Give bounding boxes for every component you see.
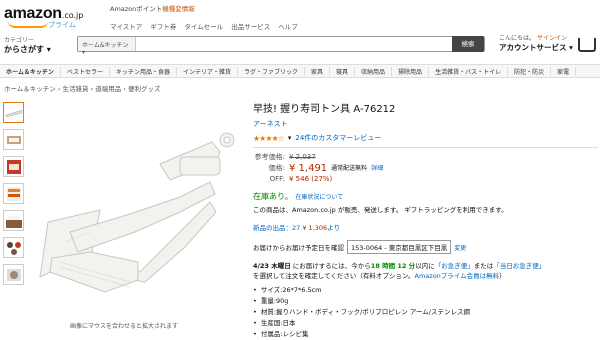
top-nav: Amazonポイント機種変情報 マイストア ギフト券 タイムセール 出品サービス ヘルプ bbox=[110, 3, 298, 31]
top-nav-link[interactable]: マイストア bbox=[110, 21, 142, 31]
account-greeting: こんにちは。 サインイン bbox=[499, 35, 567, 42]
breadcrumb[interactable]: ホーム＆キッチン › 生活雑貨 › 道端用品 › 便利グッズ bbox=[4, 83, 161, 93]
logo-prime: プライム bbox=[48, 21, 76, 29]
category-bar-item[interactable]: キッチン用品・食器 bbox=[110, 66, 177, 76]
thumbnail-list bbox=[3, 102, 25, 291]
logo-smile-icon bbox=[8, 21, 48, 28]
category-bar-item[interactable]: ラグ・ファブリック bbox=[238, 66, 305, 76]
delivery-zip-row: お届けからお届け予定日を確認 153-0064 - 東京都目黒区下目黒 変更 bbox=[253, 240, 598, 254]
category-bar-item[interactable]: 掃除用品 bbox=[392, 66, 430, 76]
category-bar-item[interactable]: 収納用品 bbox=[355, 66, 393, 76]
zip-field[interactable]: 153-0064 - 東京都目黒区下目黒 bbox=[347, 240, 452, 254]
price-row: 価格: ¥ 1,491 通常配送無料 詳細 bbox=[253, 163, 598, 174]
new-offers-link[interactable]: 新品の出品：27 ¥ 1,306より bbox=[253, 222, 598, 232]
star-rating-icon[interactable]: ★★★★☆ bbox=[253, 134, 285, 143]
category-bar: ホーム＆キッチン ベストセラー キッチン用品・食器 インテリア・雑貨 ラグ・ファブリック… bbox=[0, 64, 600, 78]
delivery-date: 4/23 木曜日 bbox=[253, 262, 291, 270]
category-bar-item[interactable]: ベストセラー bbox=[61, 66, 110, 76]
thumbnail[interactable] bbox=[3, 102, 24, 123]
free-shipping: 通常配送無料 bbox=[331, 165, 368, 172]
search-button[interactable]: 検索 bbox=[452, 36, 484, 52]
prime-link[interactable]: Amazonプライム会員は無料 bbox=[415, 272, 500, 280]
off-value: ¥ 546 (27%) bbox=[289, 175, 333, 183]
search-input[interactable] bbox=[138, 38, 448, 50]
delivery-countdown: 18 時間 12 分 bbox=[370, 262, 416, 270]
brand-link[interactable]: アーネスト bbox=[253, 119, 598, 129]
zip-label: お届けからお届け予定日を確認 bbox=[253, 244, 344, 252]
category-bar-item[interactable]: 寝具 bbox=[330, 66, 356, 76]
account-menu[interactable]: こんにちは。 サインイン アカウントサービス ▾ bbox=[499, 34, 573, 52]
rating-row: ★★★★☆ ▾ 24件のカスタマーレビュー bbox=[253, 133, 598, 143]
price-label: 価格: bbox=[268, 164, 285, 172]
category-bar-item[interactable]: 家具 bbox=[305, 66, 331, 76]
category-bar-item[interactable]: 防犯・防災 bbox=[508, 66, 552, 76]
off-row: OFF: ¥ 546 (27%) bbox=[253, 174, 598, 185]
zip-change-link[interactable]: 変更 bbox=[454, 243, 466, 252]
amazon-logo[interactable]: amazon.co.jp プライム bbox=[4, 3, 92, 31]
cart-icon[interactable] bbox=[578, 38, 596, 52]
zoom-hint: 画像にマウスを合わせると拡大されます bbox=[70, 323, 179, 330]
thumbnail[interactable] bbox=[3, 264, 24, 285]
thumbnail[interactable] bbox=[3, 129, 24, 150]
thumbnail[interactable] bbox=[3, 183, 24, 204]
ship-text: この商品は、Amazon.co.jp が販売、発送します。 ギフトラッピングを利… bbox=[253, 206, 508, 214]
express-option-link[interactable]: 「お急ぎ便」 bbox=[435, 262, 474, 270]
category-menu[interactable]: カテゴリー からさがす ▾ bbox=[4, 36, 51, 54]
thumbnail[interactable] bbox=[3, 210, 24, 231]
header: amazon.co.jp プライム Amazonポイント機種変情報 マイストアギ… bbox=[0, 0, 600, 63]
stock-info-link[interactable]: 在庫状況について bbox=[295, 194, 343, 201]
top-nav-link[interactable]: ギフト券 bbox=[150, 21, 176, 31]
feature-bullets: サイズ:26*7*6.5cm重量:90g材質:握りハンド・ボディ・フック/ポリプ… bbox=[253, 285, 598, 340]
product-title: 早技! 握り寿司トン具 A-76212 bbox=[253, 104, 396, 115]
product-main-image[interactable] bbox=[30, 102, 250, 312]
chevron-down-icon[interactable]: ▾ bbox=[288, 134, 292, 142]
ref-price-row: 参考価格: ¥ 2,037 bbox=[253, 152, 598, 163]
category-menu-title: からさがす ▾ bbox=[4, 45, 51, 54]
category-menu-label: カテゴリー bbox=[4, 37, 35, 44]
stock-status: 在庫あり。 在庫状況について bbox=[253, 192, 344, 201]
reviews-link[interactable]: 24件のカスタマーレビュー bbox=[295, 133, 381, 143]
category-bar-item[interactable]: インテリア・雑貨 bbox=[177, 66, 238, 76]
category-bar-item[interactable]: 家電 bbox=[551, 66, 577, 76]
product-details: 早技! 握り寿司トン具 A-76212 アーネスト ★★★★☆ ▾ 24件のカス… bbox=[253, 100, 598, 340]
feature-bullet: 材質:握りハンド・ボディ・フック/ポリプロピレン アーム/ステンレス鋼 bbox=[253, 307, 598, 318]
search-bar: ホーム&キッチン ▾ 検索 bbox=[77, 36, 485, 56]
account-services-label: アカウントサービス ▾ bbox=[499, 43, 573, 52]
promo-text[interactable]: Amazonポイント機種変情報 bbox=[110, 3, 298, 13]
top-nav-link[interactable]: タイムセール bbox=[184, 21, 223, 31]
sushi-tong-illustration bbox=[39, 132, 235, 293]
ref-price-label: 参考価格: bbox=[254, 153, 285, 161]
delivery-estimate: 4/23 木曜日 にお届けするには、今から18 時間 12 分以内に「お急ぎ便」… bbox=[253, 262, 546, 280]
feature-bullet: 重量:90g bbox=[253, 296, 598, 307]
search-category-select[interactable]: ホーム&キッチン ▾ bbox=[78, 37, 136, 56]
category-bar-item[interactable]: ホーム＆キッチン bbox=[0, 66, 61, 76]
thumbnail[interactable] bbox=[3, 237, 24, 258]
off-label: OFF: bbox=[269, 175, 285, 183]
feature-bullet: 付属品:レシピ集 bbox=[253, 329, 598, 340]
price-table: 参考価格: ¥ 2,037 価格: ¥ 1,491 通常配送無料 詳細 OFF:… bbox=[253, 152, 598, 185]
top-nav-link[interactable]: 出品サービス bbox=[231, 21, 270, 31]
thumbnail[interactable] bbox=[3, 156, 24, 177]
divider bbox=[253, 147, 598, 148]
category-bar-item[interactable]: 生活雑貨・バス・トイレ bbox=[429, 66, 509, 76]
price: ¥ 1,491 bbox=[289, 163, 328, 174]
same-day-option-link[interactable]: 「当日お急ぎ便」 bbox=[493, 262, 545, 270]
promo-highlight: 機種変情報 bbox=[162, 5, 195, 13]
top-nav-links: マイストア ギフト券 タイムセール 出品サービス ヘルプ bbox=[110, 21, 298, 31]
top-nav-link[interactable]: ヘルプ bbox=[278, 21, 298, 31]
logo-tld: .co.jp bbox=[61, 11, 84, 20]
detail-link[interactable]: 詳細 bbox=[371, 163, 383, 174]
feature-bullet: サイズ:26*7*6.5cm bbox=[253, 285, 598, 296]
promo-prefix: Amazonポイント bbox=[110, 5, 163, 13]
ref-price: ¥ 2,037 bbox=[289, 153, 316, 161]
feature-bullet: 生産国:日本 bbox=[253, 318, 598, 329]
